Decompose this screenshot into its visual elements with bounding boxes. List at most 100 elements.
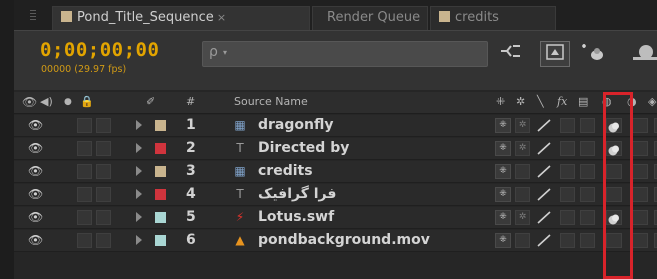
shy-switch[interactable]: ⁜ bbox=[495, 141, 511, 156]
motion-blur-switch[interactable] bbox=[606, 164, 622, 179]
motion-blur-switch[interactable] bbox=[606, 187, 622, 202]
solo-switch[interactable] bbox=[77, 164, 92, 179]
frame-blend-switch[interactable] bbox=[580, 210, 595, 225]
visibility-eye-icon[interactable]: 👁 bbox=[28, 142, 44, 154]
expand-arrow-icon[interactable] bbox=[136, 212, 142, 222]
layer-search-input[interactable]: ρ ▾ bbox=[202, 41, 488, 67]
label-color-swatch[interactable] bbox=[155, 235, 166, 246]
composition-mini-flowchart-icon[interactable] bbox=[498, 41, 524, 67]
collapse-switch[interactable] bbox=[515, 233, 530, 248]
3d-layer-icon[interactable]: ◈ bbox=[648, 95, 656, 108]
panel-grip-icon[interactable] bbox=[30, 10, 36, 22]
label-tag-icon[interactable]: ✐ bbox=[146, 95, 155, 108]
expand-arrow-icon[interactable] bbox=[136, 235, 142, 245]
label-color-swatch[interactable] bbox=[155, 166, 166, 177]
effects-fx-icon[interactable]: fx bbox=[557, 95, 567, 108]
motion-blur-icon[interactable] bbox=[630, 41, 657, 67]
adjustment-layer-icon[interactable]: ◑ bbox=[627, 95, 637, 108]
quality-switch[interactable] bbox=[535, 210, 553, 225]
adjustment-switch[interactable] bbox=[632, 187, 648, 202]
solo-switch[interactable] bbox=[77, 187, 92, 202]
expand-arrow-icon[interactable] bbox=[136, 120, 142, 130]
table-row[interactable]: 👁 1 ▦ dragonfly ⁜ ✲ bbox=[14, 115, 657, 137]
adjustment-switch[interactable] bbox=[632, 118, 648, 133]
hide-shy-layers-icon[interactable] bbox=[577, 41, 609, 67]
adjustment-switch[interactable] bbox=[632, 233, 648, 248]
current-time-display[interactable]: 0;00;00;00 bbox=[40, 39, 159, 61]
shy-switch[interactable]: ⁜ bbox=[495, 118, 511, 133]
tab-render-queue[interactable]: Render Queue bbox=[312, 6, 428, 30]
motion-blur-switch[interactable] bbox=[606, 118, 622, 133]
shy-switch-icon[interactable]: ⁜ bbox=[496, 95, 505, 108]
motion-blur-switch[interactable] bbox=[606, 233, 622, 248]
adjustment-switch[interactable] bbox=[632, 141, 648, 156]
visibility-eye-icon[interactable]: 👁 bbox=[28, 119, 44, 131]
frame-blend-switch[interactable] bbox=[580, 118, 595, 133]
effects-switch[interactable] bbox=[560, 233, 575, 248]
collapse-switch[interactable]: ✲ bbox=[515, 210, 530, 225]
effects-switch[interactable] bbox=[560, 187, 575, 202]
label-color-swatch[interactable] bbox=[155, 120, 166, 131]
tab-pond-title-sequence[interactable]: Pond_Title_Sequence × bbox=[52, 6, 310, 30]
lock-switch[interactable] bbox=[96, 164, 111, 179]
collapse-transform-icon[interactable]: ✲ bbox=[516, 95, 525, 108]
lock-icon[interactable]: 🔒 bbox=[80, 95, 94, 108]
collapse-switch[interactable]: ✲ bbox=[515, 141, 530, 156]
effects-switch[interactable] bbox=[560, 118, 575, 133]
shy-switch[interactable]: ⁜ bbox=[495, 210, 511, 225]
tab-credits[interactable]: credits bbox=[430, 6, 556, 30]
label-color-swatch[interactable] bbox=[155, 212, 166, 223]
frame-blending-icon[interactable]: ▤ bbox=[578, 95, 588, 108]
motion-blur-switch[interactable] bbox=[606, 141, 622, 156]
motion-blur-switch[interactable] bbox=[606, 210, 622, 225]
visibility-eye-icon[interactable]: 👁 bbox=[28, 165, 44, 177]
table-row[interactable]: 👁 4 T فرا گرافیک ⁜ bbox=[14, 184, 657, 206]
solo-icon[interactable]: ● bbox=[64, 97, 72, 107]
solo-switch[interactable] bbox=[77, 210, 92, 225]
frame-blend-switch[interactable] bbox=[580, 164, 595, 179]
layer-name[interactable]: Lotus.swf bbox=[258, 209, 334, 225]
av-features-eye-icon[interactable]: 👁 bbox=[22, 95, 37, 109]
layer-name[interactable]: credits bbox=[258, 163, 313, 179]
layer-name[interactable]: pondbackground.mov bbox=[258, 232, 430, 248]
adjustment-switch[interactable] bbox=[632, 210, 648, 225]
collapse-switch[interactable] bbox=[515, 187, 530, 202]
table-row[interactable]: 👁 6 ▲ pondbackground.mov ⁜ bbox=[14, 230, 657, 252]
quality-icon[interactable]: ╲ bbox=[537, 95, 544, 108]
table-row[interactable]: 👁 2 T Directed by ⁜ ✲ bbox=[14, 138, 657, 160]
expand-arrow-icon[interactable] bbox=[136, 143, 142, 153]
visibility-eye-icon[interactable]: 👁 bbox=[28, 234, 44, 246]
frame-blend-switch[interactable] bbox=[580, 187, 595, 202]
quality-switch[interactable] bbox=[535, 141, 553, 156]
shy-switch[interactable]: ⁜ bbox=[495, 187, 511, 202]
adjustment-switch[interactable] bbox=[632, 164, 648, 179]
quality-switch[interactable] bbox=[535, 164, 553, 179]
lock-switch[interactable] bbox=[96, 118, 111, 133]
collapse-switch[interactable]: ✲ bbox=[515, 118, 530, 133]
motion-blur-switch-icon[interactable]: ◍ bbox=[602, 95, 612, 108]
quality-switch[interactable] bbox=[535, 187, 553, 202]
effects-switch[interactable] bbox=[560, 210, 575, 225]
lock-switch[interactable] bbox=[96, 187, 111, 202]
layer-name[interactable]: فرا گرافیک bbox=[258, 186, 336, 202]
quality-switch[interactable] bbox=[535, 118, 553, 133]
solo-switch[interactable] bbox=[77, 118, 92, 133]
effects-switch[interactable] bbox=[560, 141, 575, 156]
frame-blend-switch[interactable] bbox=[580, 141, 595, 156]
label-color-swatch[interactable] bbox=[155, 143, 166, 154]
shy-switch[interactable]: ⁜ bbox=[495, 164, 511, 179]
layer-name[interactable]: dragonfly bbox=[258, 117, 333, 133]
collapse-switch[interactable] bbox=[515, 164, 530, 179]
label-color-swatch[interactable] bbox=[155, 189, 166, 200]
column-source-name[interactable]: Source Name bbox=[234, 95, 308, 108]
close-icon[interactable]: × bbox=[217, 11, 226, 24]
expand-arrow-icon[interactable] bbox=[136, 189, 142, 199]
frame-blend-switch[interactable] bbox=[580, 233, 595, 248]
lock-switch[interactable] bbox=[96, 141, 111, 156]
solo-switch[interactable] bbox=[77, 141, 92, 156]
visibility-eye-icon[interactable]: 👁 bbox=[28, 188, 44, 200]
layer-name[interactable]: Directed by bbox=[258, 140, 349, 156]
lock-switch[interactable] bbox=[96, 210, 111, 225]
shy-switch[interactable]: ⁜ bbox=[495, 233, 511, 248]
solo-switch[interactable] bbox=[77, 233, 92, 248]
